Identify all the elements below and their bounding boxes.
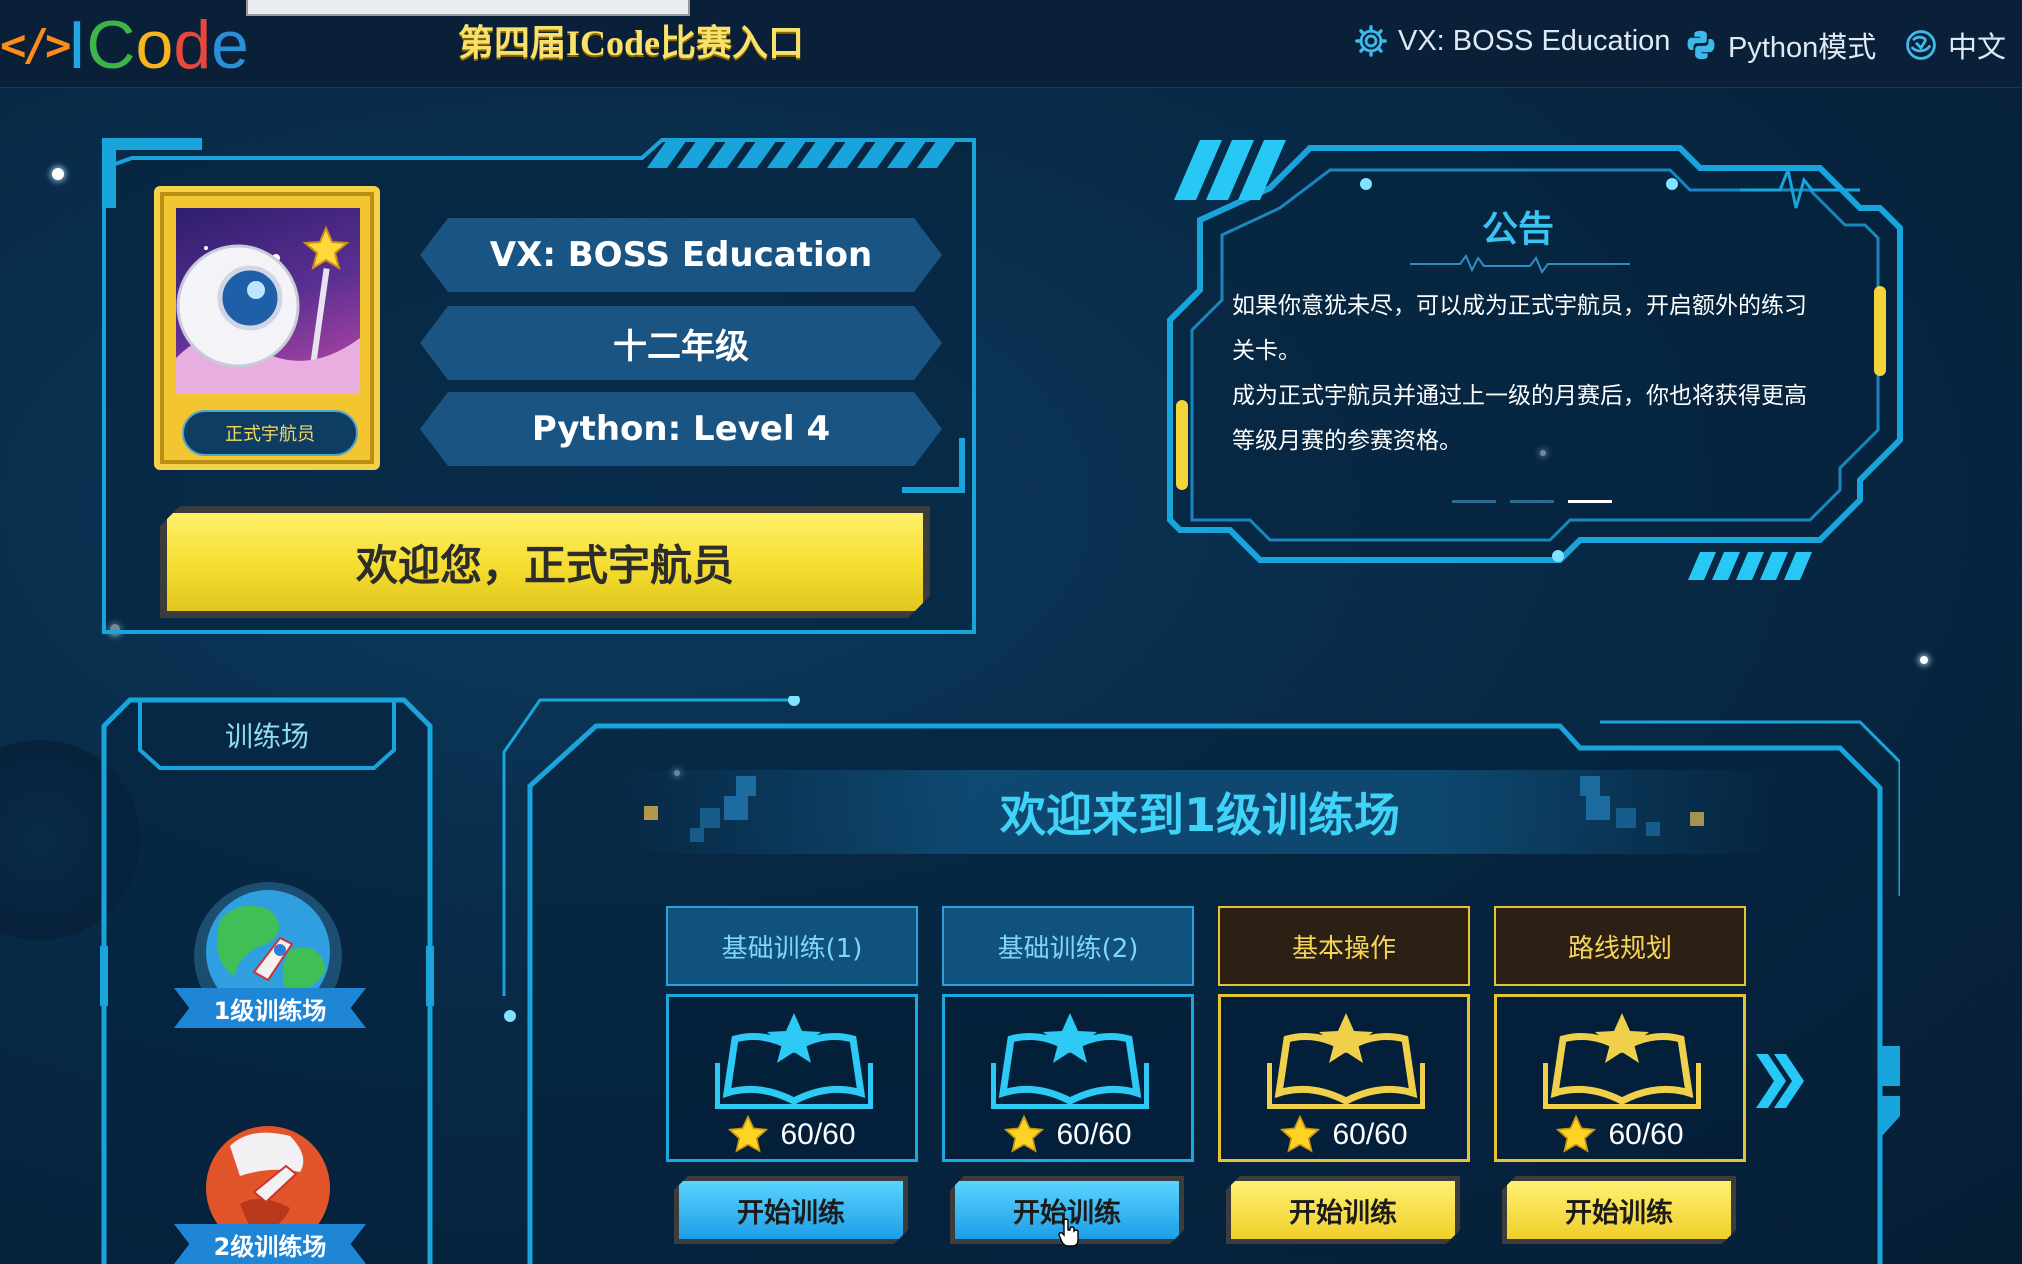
star-icon: [1280, 1115, 1321, 1153]
nav-python-label: Python模式: [1728, 32, 1877, 64]
star-icon: [1004, 1115, 1045, 1153]
nav-account[interactable]: VX: BOSS Education: [1354, 24, 1670, 58]
earth-planet-icon: [194, 882, 342, 1030]
start-training-button[interactable]: 开始训练: [674, 1176, 908, 1244]
open-book-icon: [715, 1013, 873, 1109]
start-training-button[interactable]: 开始训练: [1502, 1176, 1736, 1244]
course-card: 基础训练(1) 60/60 开始训练: [666, 906, 918, 1244]
notice-paragraph: 如果你意犹未尽，可以成为正式宇航员，开启额外的练习关卡。: [1232, 293, 1807, 364]
contest-entry-link[interactable]: 第四届ICode比赛入口: [458, 14, 804, 66]
mars-planet-icon: [206, 1126, 330, 1250]
course-title[interactable]: 基础训练(1): [666, 906, 918, 986]
training-ground-title: 欢迎来到1级训练场: [620, 770, 1780, 854]
pagination-dot[interactable]: [1510, 500, 1554, 503]
notice-pagination: [1452, 500, 1612, 503]
course-body[interactable]: 60/60: [1218, 994, 1470, 1162]
sidebar-item-label: 2级训练场: [174, 1224, 366, 1264]
logo-glyph: </>: [0, 19, 72, 71]
notice-paragraph: 成为正式宇航员并通过上一级的月赛后，你也将获得更高等级月赛的参赛资格。: [1232, 383, 1807, 454]
pagination-dot[interactable]: [1452, 500, 1496, 503]
course-score-value: 60/60: [1332, 1118, 1408, 1151]
course-score: 60/60: [669, 1115, 915, 1155]
course-score-value: 60/60: [1608, 1118, 1684, 1151]
course-score: 60/60: [1221, 1115, 1467, 1155]
course-title[interactable]: 路线规划: [1494, 906, 1746, 986]
course-card: 基本操作 60/60 开始训练: [1218, 906, 1470, 1244]
course-body[interactable]: 60/60: [666, 994, 918, 1162]
open-book-icon: [991, 1013, 1149, 1109]
course-score: 60/60: [1497, 1115, 1743, 1155]
open-book-icon: [1543, 1013, 1701, 1109]
start-training-button[interactable]: 开始训练: [1226, 1176, 1460, 1244]
nav-account-label: VX: BOSS Education: [1398, 24, 1671, 57]
sidebar-item-level-2[interactable]: 2级训练场: [170, 1116, 370, 1264]
nav-language-label: 中文: [1948, 32, 2007, 64]
logo-wordmark: ICode: [67, 7, 249, 83]
course-body[interactable]: 60/60: [942, 994, 1194, 1162]
profile-name: VX: BOSS Education: [420, 218, 942, 292]
astronaut-avatar: [176, 208, 360, 394]
nav-python-mode[interactable]: Python模式: [1684, 24, 1876, 66]
star-icon: [1556, 1115, 1597, 1153]
notice-body: 如果你意犹未尽，可以成为正式宇航员，开启额外的练习关卡。 成为正式宇航员并通过上…: [1232, 284, 1822, 464]
welcome-banner-button[interactable]: 欢迎您，正式宇航员: [160, 506, 930, 618]
course-title[interactable]: 基本操作: [1218, 906, 1470, 986]
astronaut-illustration: [176, 225, 360, 394]
icode-logo[interactable]: </> ICode: [0, 10, 249, 80]
hand-cursor-icon: [1058, 1218, 1079, 1247]
language-icon: [1906, 30, 1936, 60]
course-score: 60/60: [945, 1115, 1191, 1155]
avatar-card: 正式宇航员: [154, 186, 380, 470]
python-icon: [1687, 30, 1715, 60]
sidebar-title: 训练场: [224, 720, 309, 753]
course-score-value: 60/60: [1056, 1118, 1132, 1151]
star-decoration: [52, 168, 64, 180]
pagination-dot-active[interactable]: [1568, 500, 1612, 503]
astronaut-rank-badge: 正式宇航员: [182, 410, 358, 456]
nav-language[interactable]: 中文: [1904, 24, 2006, 66]
course-score-value: 60/60: [780, 1118, 856, 1151]
double-chevron-right-icon[interactable]: [1754, 1046, 1804, 1116]
course-card: 基础训练(2) 60/60 开始训练: [942, 906, 1194, 1244]
course-card: 路线规划 60/60 开始训练: [1494, 906, 1746, 1244]
sidebar-item-label: 1级训练场: [174, 988, 366, 1028]
course-title[interactable]: 基础训练(2): [942, 906, 1194, 986]
sidebar-item-level-1[interactable]: 1级训练场: [170, 880, 370, 1040]
gear-icon: [1355, 25, 1387, 57]
profile-level: Python: Level 4: [420, 392, 942, 466]
open-book-icon: [1267, 1013, 1425, 1109]
notice-title: 公告: [1482, 209, 1555, 250]
course-body[interactable]: 60/60: [1494, 994, 1746, 1162]
star-decoration: [1920, 656, 1928, 664]
profile-grade: 十二年级: [420, 306, 942, 380]
top-bar: </> ICode 第四届ICode比赛入口 VX: BOSS Educatio…: [0, 0, 2022, 88]
star-icon: [728, 1115, 769, 1153]
